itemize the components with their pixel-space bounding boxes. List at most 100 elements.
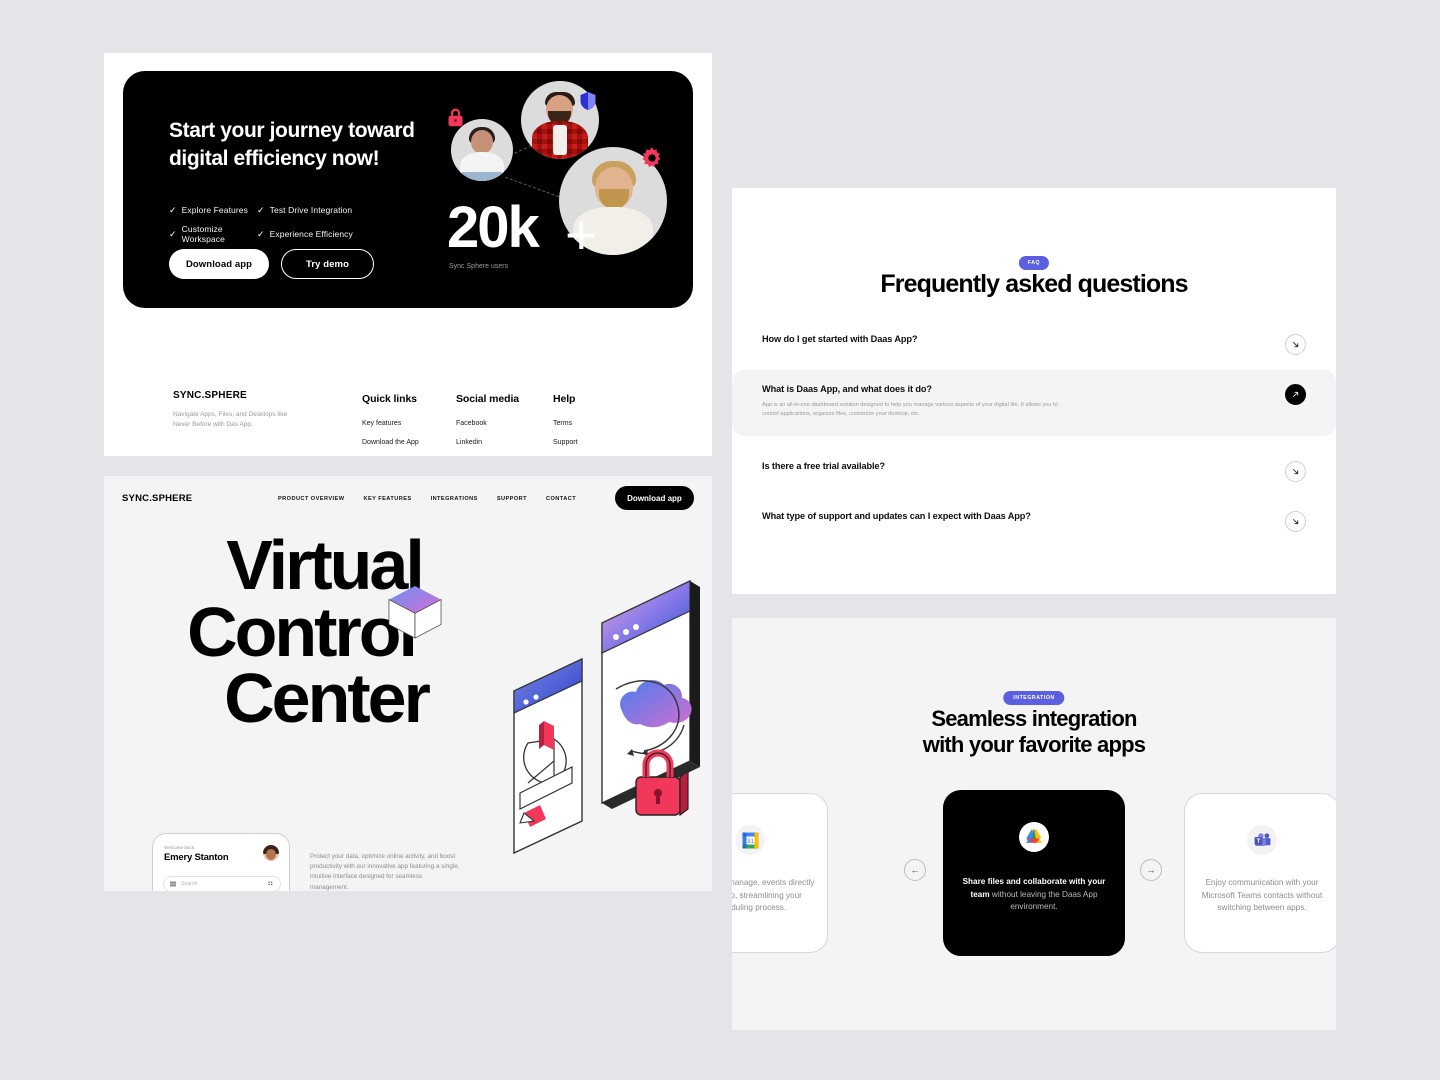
footer-brand: SYNC.SPHERE xyxy=(173,390,247,401)
cta-feature-label: Explore Features xyxy=(181,205,248,215)
faq-answer: App is an all-in-one dashboard solution … xyxy=(762,402,1058,418)
cta-title: Start your journey toward digital effici… xyxy=(169,119,415,170)
avatar xyxy=(263,845,279,861)
footer-link[interactable]: Download the App xyxy=(362,439,419,446)
hero-panel: SYNC.SPHERE PRODUCT OVERVIEW KEY FEATURE… xyxy=(104,476,712,891)
shield-icon xyxy=(580,92,596,110)
hero-headline-line2: Control xyxy=(187,592,418,671)
faq-question: How do I get started with Daas App? xyxy=(762,334,918,344)
phone-username: Emery Stanton xyxy=(164,852,229,863)
integration-panel: INTEGRATION Seamless integration with yo… xyxy=(732,618,1336,1030)
google-drive-icon xyxy=(1026,829,1042,843)
cta-feature-item: ✓ Experience Efficiency xyxy=(257,224,417,244)
footer-column-quick-links: Quick links Key features Download the Ap… xyxy=(362,393,419,456)
faq-toggle-button[interactable] xyxy=(1285,461,1306,482)
integration-card-text: Share files and collaborate with your te… xyxy=(958,876,1110,914)
integration-card-icon: 31 xyxy=(735,825,765,855)
search-placeholder: Search xyxy=(181,881,198,887)
faq-badge: FAQ xyxy=(1018,256,1050,270)
integration-card-text: Create,edit manage, events directly with… xyxy=(732,878,815,913)
faq-toggle-button[interactable] xyxy=(1285,511,1306,532)
faq-item[interactable]: How do I get started with Daas App? xyxy=(732,318,1336,364)
nav-brand[interactable]: SYNC.SPHERE xyxy=(122,493,192,504)
integration-card[interactable]: T Enjoy communication with your Microsof… xyxy=(1184,793,1336,953)
faq-toggle-button[interactable] xyxy=(1285,334,1306,355)
phone-greeting: Welcome back, xyxy=(164,845,196,850)
footer-column-heading: Quick links xyxy=(362,393,417,405)
nav-item-contact[interactable]: CONTACT xyxy=(546,496,576,502)
integration-title-line1: Seamless integration xyxy=(931,706,1137,731)
nav-download-app-button[interactable]: Download app xyxy=(615,486,694,510)
arrow-down-right-icon xyxy=(1292,468,1299,475)
integration-card[interactable]: 31 Create,edit manage, events directly w… xyxy=(732,793,828,953)
footer-column-help: Help Terms Support Contact us xyxy=(553,393,586,456)
check-icon: ✓ xyxy=(169,204,177,215)
hero-description: Protect your data, optimize online activ… xyxy=(310,853,460,891)
hero-headline-line1: Virtual xyxy=(226,526,425,604)
integration-badge: INTEGRATION xyxy=(1003,691,1065,705)
download-app-button[interactable]: Download app xyxy=(169,249,269,279)
google-calendar-icon: 31 xyxy=(741,831,759,849)
integration-title: Seamless integration with your favorite … xyxy=(732,706,1336,758)
nav-item-integrations[interactable]: INTEGRATIONS xyxy=(431,496,478,502)
integration-card-text: Enjoy communication with your Microsoft … xyxy=(1201,878,1323,913)
nav-item-product-overview[interactable]: PRODUCT OVERVIEW xyxy=(278,496,344,502)
footer-column-social-media: Social media Facebook Linkedin Twitter xyxy=(456,393,519,456)
carousel-next-button[interactable]: → xyxy=(1140,859,1162,881)
hero-headline-line3: Center xyxy=(224,659,431,737)
nav-item-key-features[interactable]: KEY FEATURES xyxy=(363,496,411,502)
integration-card[interactable]: Share files and collaborate with your te… xyxy=(943,790,1125,956)
cta-feature-item: ✓ Explore Features xyxy=(169,205,257,215)
integration-card-icon: T xyxy=(1247,825,1277,855)
integration-card-icon xyxy=(1019,822,1049,852)
faq-question: Is there a free trial available? xyxy=(762,461,885,471)
cta-card: Start your journey toward digital effici… xyxy=(123,71,693,308)
isometric-cube-icon xyxy=(388,585,442,639)
footer-link[interactable]: Key features xyxy=(362,420,419,427)
cta-feature-label: Test Drive Integration xyxy=(269,205,353,215)
menu-icon xyxy=(170,881,176,887)
faq-question: What type of support and updates can I e… xyxy=(762,511,1031,521)
faq-list: How do I get started with Daas App? What… xyxy=(732,318,1336,543)
hero-headline: Virtual Control Center xyxy=(104,526,544,737)
footer-tagline: Navigate Apps, Files, and Desktops like … xyxy=(173,411,288,429)
svg-text:31: 31 xyxy=(746,837,754,844)
footer-link[interactable]: Facebook xyxy=(456,420,519,427)
try-demo-button[interactable]: Try demo xyxy=(281,249,374,279)
faq-item[interactable]: What is Daas App, and what does it do? A… xyxy=(732,370,1336,436)
search-input[interactable]: Search xyxy=(163,876,281,891)
carousel-prev-button[interactable]: ← xyxy=(904,859,926,881)
cta-feature-item: ✓ Customize Workspace xyxy=(169,224,257,244)
grid-icon xyxy=(268,881,273,885)
avatar xyxy=(451,119,513,181)
gear-icon xyxy=(642,147,661,167)
screenshot-stage: Start your journey toward digital effici… xyxy=(0,0,1440,1080)
stat-caption: Sync Sphere users xyxy=(449,263,509,270)
svg-text:T: T xyxy=(1256,837,1260,844)
nav-item-support[interactable]: SUPPORT xyxy=(497,496,527,502)
lock-icon xyxy=(448,108,463,127)
stat-plus: + xyxy=(565,203,598,266)
footer-link[interactable]: Terms xyxy=(553,420,586,427)
check-icon: ✓ xyxy=(257,228,265,239)
arrow-down-right-icon xyxy=(1292,341,1299,348)
footer-link[interactable]: Linkedin xyxy=(456,439,519,446)
stat-number: 20k xyxy=(447,195,540,260)
isometric-illustration xyxy=(513,579,700,855)
footer-column-heading: Help xyxy=(553,393,576,405)
footer-link[interactable]: Support xyxy=(553,439,586,446)
arrow-up-right-icon xyxy=(1292,391,1299,398)
arrow-down-right-icon xyxy=(1292,518,1299,525)
cta-feature-item: ✓ Test Drive Integration xyxy=(257,205,417,215)
cta-illustration: 20k + Sync Sphere users xyxy=(443,71,693,308)
faq-item[interactable]: What type of support and updates can I e… xyxy=(732,497,1336,543)
integration-carousel: 31 Create,edit manage, events directly w… xyxy=(732,790,1336,963)
check-icon: ✓ xyxy=(257,204,265,215)
navbar: SYNC.SPHERE PRODUCT OVERVIEW KEY FEATURE… xyxy=(104,476,712,520)
cta-feature-label: Customize Workspace xyxy=(181,224,225,244)
faq-item[interactable]: Is there a free trial available? xyxy=(732,447,1336,493)
check-icon: ✓ xyxy=(169,228,177,239)
cta-button-group: Download app Try demo xyxy=(169,249,374,279)
faq-toggle-button[interactable] xyxy=(1285,384,1306,405)
microsoft-teams-icon: T xyxy=(1254,832,1270,846)
